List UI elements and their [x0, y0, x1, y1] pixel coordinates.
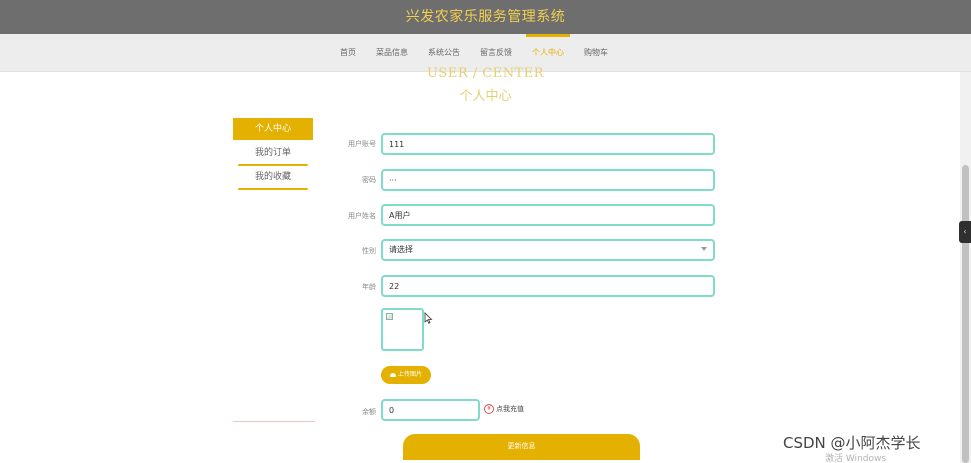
gender-select-value: 请选择 — [389, 245, 413, 254]
broken-image-icon — [386, 313, 393, 320]
password-label: 密码 — [362, 176, 376, 184]
recharge-link[interactable]: 点我充值 — [496, 404, 524, 414]
section-title-cn: 个人中心 — [459, 89, 512, 104]
sidebar-divider — [233, 421, 315, 422]
sidebar-item-orders[interactable]: 我的订单 — [233, 142, 313, 166]
password-input[interactable] — [381, 169, 715, 191]
update-info-button[interactable]: 更新信息 — [403, 434, 640, 460]
account-label: 用户账号 — [348, 140, 376, 148]
gender-label: 性别 — [362, 247, 376, 255]
chevron-down-icon — [701, 247, 707, 251]
upload-image-button[interactable]: 上传图片 — [381, 366, 431, 384]
gender-select[interactable]: 请选择 — [381, 239, 715, 261]
windows-activation-text: 激活 Windows — [825, 454, 887, 463]
scrollbar-thumb[interactable] — [962, 165, 969, 463]
section-title-en: USER / CENTER — [426, 66, 545, 81]
balance-input[interactable] — [381, 399, 480, 421]
sidebar-item-favorites[interactable]: 我的收藏 — [233, 166, 313, 190]
yuan-icon: ¥ — [484, 404, 494, 414]
age-label: 年龄 — [362, 283, 376, 291]
side-collapse-tab[interactable]: ‹ — [959, 221, 971, 243]
sidebar-item-user-center[interactable]: 个人中心 — [233, 118, 313, 140]
user-sidebar: 个人中心 我的订单 我的收藏 — [233, 118, 313, 190]
name-label: 用户姓名 — [348, 212, 376, 220]
site-title: 兴发农家乐服务管理系统 — [405, 9, 566, 25]
page: 兴发农家乐服务管理系统 首页 菜品信息 系统公告 留言反馈 个人中心 购物车 U… — [0, 0, 971, 463]
upload-image-label: 上传图片 — [397, 371, 422, 378]
age-input[interactable] — [381, 275, 715, 297]
avatar-image-preview — [381, 308, 424, 351]
account-input[interactable] — [381, 133, 715, 155]
balance-label: 余额 — [362, 408, 376, 416]
csdn-watermark: CSDN @小阿杰学长 — [783, 434, 921, 452]
mouse-cursor-icon — [424, 312, 433, 324]
top-header: 兴发农家乐服务管理系统 — [0, 0, 971, 34]
cloud-upload-icon — [389, 372, 396, 377]
name-input[interactable] — [381, 204, 715, 226]
